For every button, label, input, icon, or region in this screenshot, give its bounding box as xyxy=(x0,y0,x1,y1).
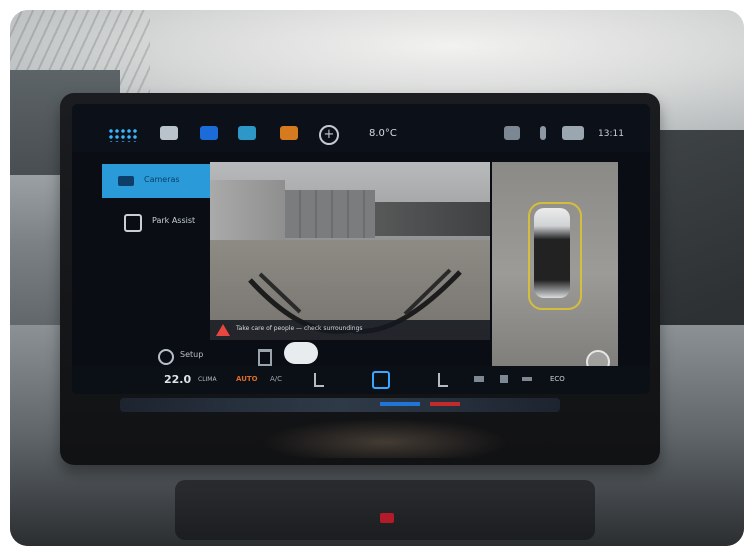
hazard-button xyxy=(380,513,394,523)
apps-grid-icon[interactable] xyxy=(108,128,138,142)
climate-fan-icon[interactable] xyxy=(200,126,218,140)
warm-indicator xyxy=(430,402,460,406)
fan-speed-icon[interactable] xyxy=(522,377,532,381)
seat-heat-icon[interactable] xyxy=(280,126,298,140)
add-shortcut-icon[interactable]: + xyxy=(319,125,339,145)
climate-label[interactable]: CLIMA xyxy=(198,376,217,383)
camera-clean-icon[interactable] xyxy=(258,349,272,366)
seat-icon[interactable] xyxy=(314,373,324,387)
ac-button[interactable]: A/C xyxy=(270,375,282,383)
parking-guidelines xyxy=(248,268,462,334)
top-status-bar: + 8.0°C 13:11 xyxy=(72,104,650,152)
defrost-icon[interactable] xyxy=(474,376,484,382)
climate-slider-strip[interactable] xyxy=(120,398,560,412)
home-icon[interactable] xyxy=(372,371,390,389)
car-icon[interactable] xyxy=(160,126,178,140)
outside-temperature: 8.0°C xyxy=(369,128,397,139)
warning-icon xyxy=(216,324,230,336)
top-down-view xyxy=(492,162,618,384)
parking-icon xyxy=(124,214,142,232)
menu-item-cameras[interactable]: Cameras xyxy=(102,164,210,198)
clock: 13:11 xyxy=(598,129,624,139)
car-top-view xyxy=(534,208,570,298)
connectivity-icon xyxy=(562,126,584,140)
camera-mode-button[interactable] xyxy=(284,342,318,364)
menu-item-label: Cameras xyxy=(144,175,180,184)
signal-icon xyxy=(540,126,546,140)
media-icon[interactable] xyxy=(238,126,256,140)
screen-reflection xyxy=(260,418,510,458)
profile-icon[interactable] xyxy=(504,126,520,140)
center-vents xyxy=(175,480,595,540)
infotainment-screen: + 8.0°C 13:11 Cameras Park Assist Setup … xyxy=(72,104,650,394)
camera-warning-bar: Take care of people — check surroundings xyxy=(210,320,490,340)
cold-indicator xyxy=(380,402,420,406)
bottom-climate-bar: 22.0 CLIMA AUTO A/C ECO xyxy=(72,366,650,394)
recirculation-icon[interactable] xyxy=(500,375,508,383)
eco-button[interactable]: ECO xyxy=(550,375,565,383)
rear-camera-view: Take care of people — check surroundings xyxy=(210,162,490,340)
gear-icon xyxy=(158,349,174,365)
setup-label: Setup xyxy=(180,350,204,359)
auto-climate-button[interactable]: AUTO xyxy=(236,375,258,383)
passenger-seat-icon[interactable] xyxy=(438,373,448,387)
camera-icon xyxy=(118,176,134,186)
menu-item-label: Park Assist xyxy=(152,216,196,225)
cabin-temperature[interactable]: 22.0 xyxy=(164,373,191,386)
camera-warning-text: Take care of people — check surroundings xyxy=(236,325,363,332)
menu-item-park-assist[interactable]: Park Assist xyxy=(102,204,210,238)
setup-button[interactable]: Setup xyxy=(132,346,212,366)
